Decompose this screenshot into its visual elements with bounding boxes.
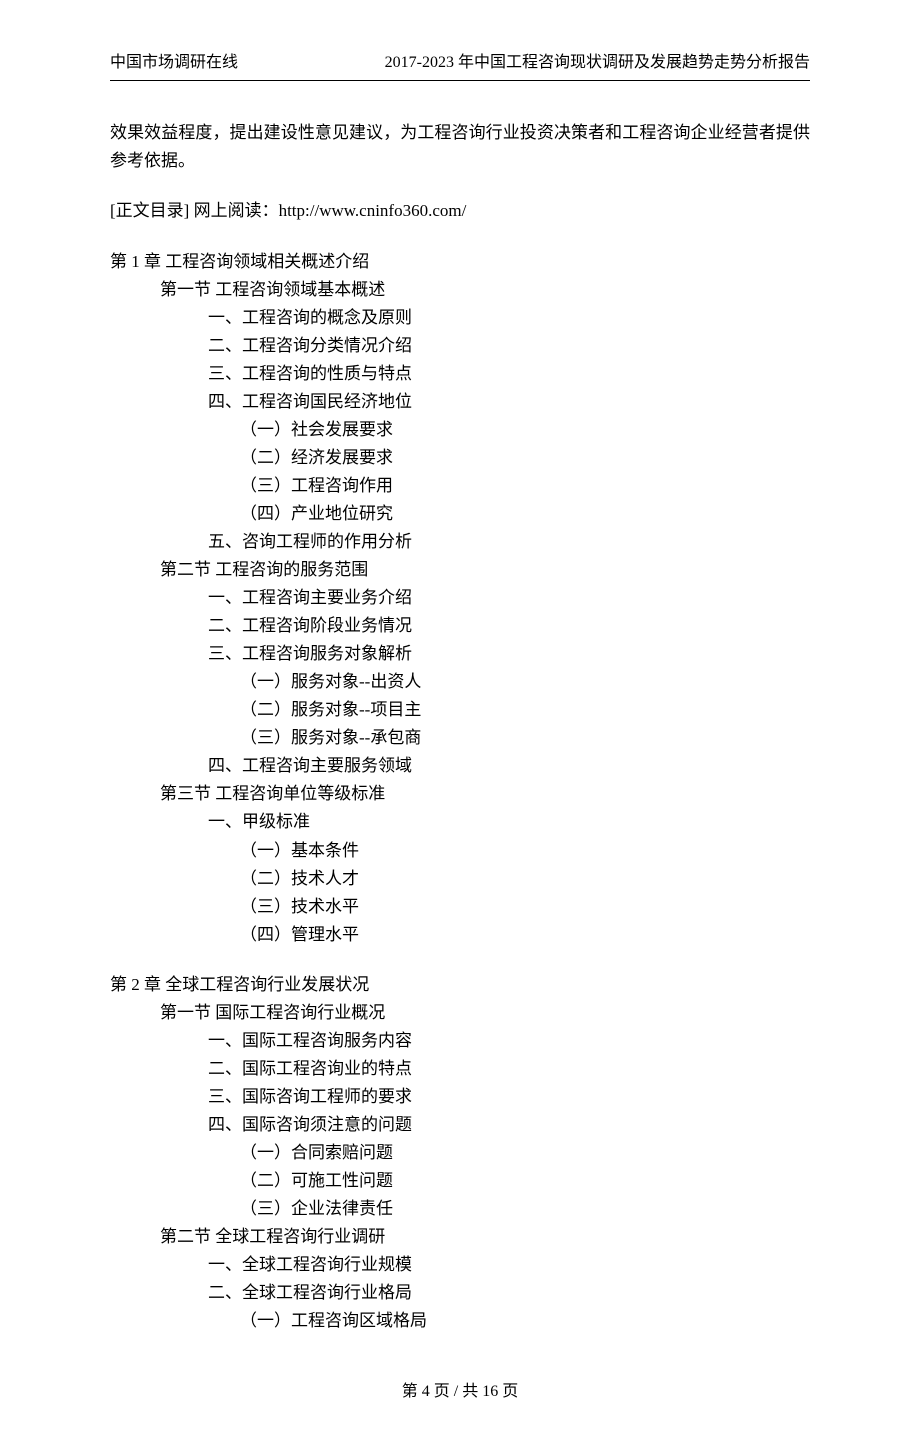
header-right: 2017-2023 年中国工程咨询现状调研及发展趋势走势分析报告 bbox=[385, 50, 810, 76]
page-header: 中国市场调研在线 2017-2023 年中国工程咨询现状调研及发展趋势走势分析报… bbox=[110, 50, 810, 81]
toc-item: 二、国际工程咨询业的特点 bbox=[208, 1055, 810, 1083]
toc-item: 三、工程咨询服务对象解析 bbox=[208, 640, 810, 668]
toc-item: 三、国际咨询工程师的要求 bbox=[208, 1083, 810, 1111]
toc-item: 一、甲级标准 bbox=[208, 808, 810, 836]
toc-item: 一、工程咨询主要业务介绍 bbox=[208, 584, 810, 612]
toc-item: 一、工程咨询的概念及原则 bbox=[208, 304, 810, 332]
toc-subitem: （三）工程咨询作用 bbox=[240, 472, 810, 500]
toc-item: 四、国际咨询须注意的问题 bbox=[208, 1111, 810, 1139]
toc-item: 二、工程咨询分类情况介绍 bbox=[208, 332, 810, 360]
toc-subitem: （一）基本条件 bbox=[240, 837, 810, 865]
header-left: 中国市场调研在线 bbox=[110, 50, 238, 76]
page-footer: 第 4 页 / 共 16 页 bbox=[110, 1379, 810, 1405]
toc-subitem: （一）工程咨询区域格局 bbox=[240, 1307, 810, 1335]
section-title: 第一节 工程咨询领域基本概述 bbox=[160, 276, 810, 304]
toc-item: 五、咨询工程师的作用分析 bbox=[208, 528, 810, 556]
section-title: 第二节 全球工程咨询行业调研 bbox=[160, 1223, 810, 1251]
intro-paragraph: 效果效益程度，提出建设性意见建议，为工程咨询行业投资决策者和工程咨询企业经营者提… bbox=[110, 119, 810, 175]
toc-item: 一、国际工程咨询服务内容 bbox=[208, 1027, 810, 1055]
toc-subitem: （四）产业地位研究 bbox=[240, 500, 810, 528]
chapter-title: 第 1 章 工程咨询领域相关概述介绍 bbox=[110, 248, 810, 276]
toc-item: 三、工程咨询的性质与特点 bbox=[208, 360, 810, 388]
toc-subitem: （三）企业法律责任 bbox=[240, 1195, 810, 1223]
chapter-title: 第 2 章 全球工程咨询行业发展状况 bbox=[110, 971, 810, 999]
section-title: 第一节 国际工程咨询行业概况 bbox=[160, 999, 810, 1027]
document-page: 中国市场调研在线 2017-2023 年中国工程咨询现状调研及发展趋势走势分析报… bbox=[0, 0, 920, 1446]
toc-subitem: （一）社会发展要求 bbox=[240, 416, 810, 444]
toc-subitem: （一）合同索赔问题 bbox=[240, 1139, 810, 1167]
toc-subitem: （三）服务对象--承包商 bbox=[240, 724, 810, 752]
toc-note: [正文目录] 网上阅读：http://www.cninfo360.com/ bbox=[110, 197, 810, 225]
toc-item: 二、全球工程咨询行业格局 bbox=[208, 1279, 810, 1307]
toc-subitem: （三）技术水平 bbox=[240, 893, 810, 921]
chapter-block: 第 1 章 工程咨询领域相关概述介绍第一节 工程咨询领域基本概述一、工程咨询的概… bbox=[110, 248, 810, 949]
toc-item: 二、工程咨询阶段业务情况 bbox=[208, 612, 810, 640]
section-title: 第三节 工程咨询单位等级标准 bbox=[160, 780, 810, 808]
section-title: 第二节 工程咨询的服务范围 bbox=[160, 556, 810, 584]
toc-subitem: （二）经济发展要求 bbox=[240, 444, 810, 472]
toc-subitem: （四）管理水平 bbox=[240, 921, 810, 949]
toc-item: 四、工程咨询主要服务领域 bbox=[208, 752, 810, 780]
toc-subitem: （一）服务对象--出资人 bbox=[240, 668, 810, 696]
toc-subitem: （二）服务对象--项目主 bbox=[240, 696, 810, 724]
toc-item: 四、工程咨询国民经济地位 bbox=[208, 388, 810, 416]
toc-item: 一、全球工程咨询行业规模 bbox=[208, 1251, 810, 1279]
toc-subitem: （二）可施工性问题 bbox=[240, 1167, 810, 1195]
table-of-contents: 第 1 章 工程咨询领域相关概述介绍第一节 工程咨询领域基本概述一、工程咨询的概… bbox=[110, 248, 810, 1336]
toc-subitem: （二）技术人才 bbox=[240, 865, 810, 893]
chapter-block: 第 2 章 全球工程咨询行业发展状况第一节 国际工程咨询行业概况一、国际工程咨询… bbox=[110, 971, 810, 1336]
